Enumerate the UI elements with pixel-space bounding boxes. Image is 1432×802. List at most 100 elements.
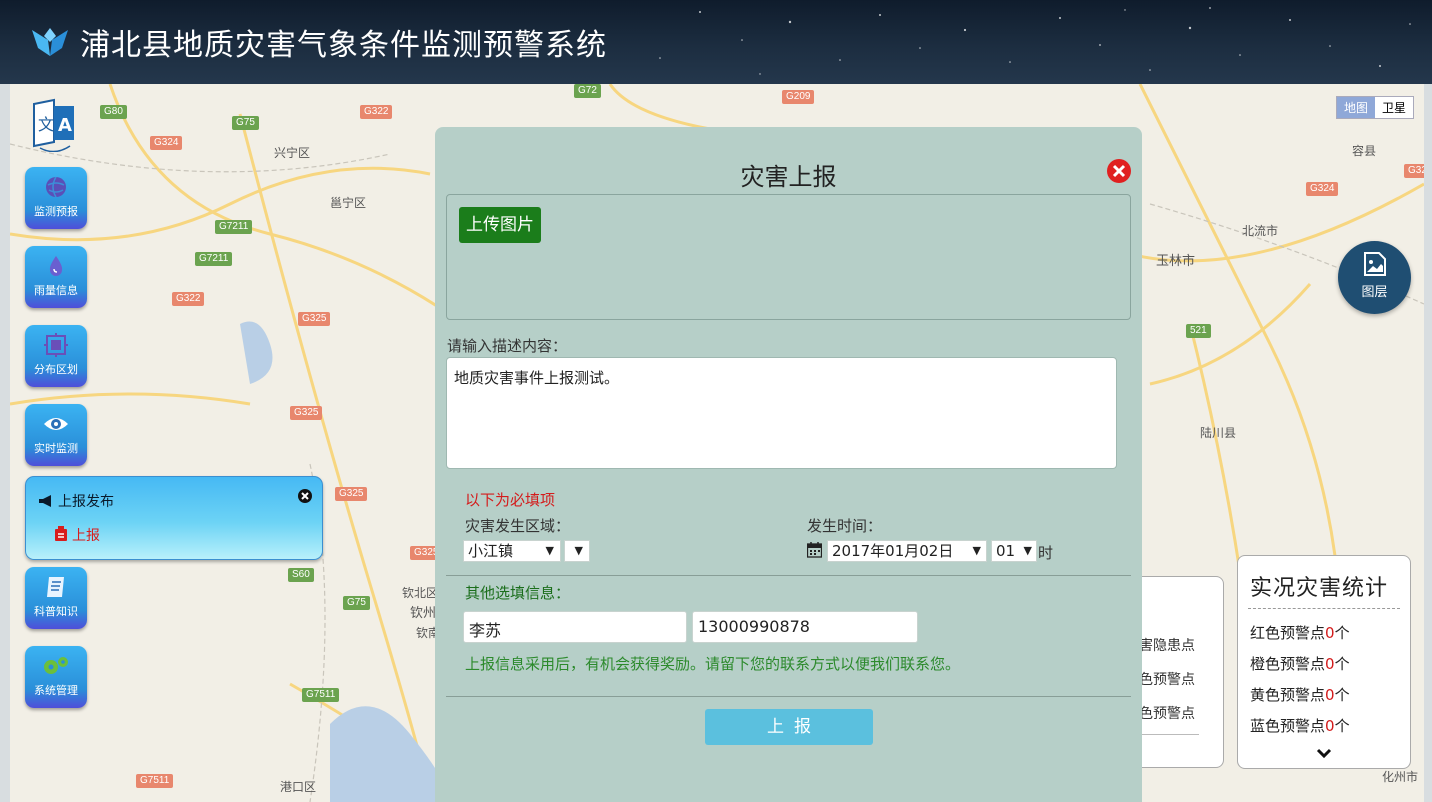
road-shield: G75	[343, 596, 370, 610]
optional-section-label: 其他选填信息：	[465, 584, 571, 602]
road-shield: G80	[100, 105, 127, 119]
road-shield: G7511	[136, 774, 174, 788]
road-shield: G325	[290, 406, 323, 420]
reward-notice: 上报信息采用后，有机会获得奖励。请留下您的联系方式以便我们联系您。	[465, 655, 961, 673]
map-place-label: 容县	[1352, 144, 1377, 158]
modal-title: 灾害上报	[740, 163, 837, 191]
toolbar-science-button[interactable]: 科普知识	[25, 567, 87, 629]
globe-icon	[46, 176, 66, 198]
road-shield: G324	[150, 136, 183, 150]
road-shield: G209	[782, 90, 815, 104]
toolbar-realtime-button[interactable]: 实时监测	[25, 404, 87, 466]
calendar-icon	[807, 542, 822, 558]
toolbar-label: 实时监测	[34, 442, 78, 455]
map-place-label: 化州市	[1382, 770, 1419, 784]
road-shield: G32	[1404, 164, 1424, 178]
road-shield: S60	[288, 568, 314, 582]
map-place-label: 玉林市	[1156, 254, 1196, 269]
report-panel: 上报发布 上报	[25, 476, 323, 560]
road-shield: 521	[1186, 324, 1211, 338]
dropdown-arrow-icon: ▼	[972, 544, 981, 557]
eye-icon	[44, 418, 68, 430]
area-label: 灾害发生区域：	[465, 517, 571, 535]
logo-icon	[32, 28, 68, 56]
stats-divider	[1248, 608, 1400, 609]
road-shield: G325	[298, 312, 331, 326]
book-icon	[47, 577, 64, 597]
map-place-label: 钦州	[410, 606, 437, 621]
app-title: 浦北县地质灾害气象条件监测预警系统	[80, 28, 607, 63]
map-place-label: 钦北区	[402, 586, 439, 600]
map-place-label: 港口区	[280, 780, 317, 794]
layer-button-label: 图层	[1361, 285, 1388, 300]
stats-row-yellow: 黄色预警点0个	[1250, 686, 1350, 704]
map-type-toggle: 地图 卫星	[1335, 96, 1414, 119]
description-textarea[interactable]: 地质灾害事件上报测试。	[446, 357, 1117, 469]
map-type-map-button[interactable]: 地图	[1336, 97, 1375, 118]
contact-name-input[interactable]: 李苏	[463, 611, 687, 643]
translate-icon[interactable]: 文 A	[30, 98, 80, 152]
toolbar-label: 分布区划	[34, 363, 78, 376]
road-shield: G325	[335, 487, 368, 501]
hour-select[interactable]: 01 ▼	[991, 540, 1037, 562]
dropdown-arrow-icon: ▼	[1023, 544, 1032, 557]
dropdown-arrow-icon: ▼	[574, 544, 583, 557]
water-drop-icon	[49, 256, 63, 276]
upload-image-button[interactable]: 上传图片	[459, 207, 541, 243]
modal-close-icon[interactable]	[1106, 158, 1132, 184]
report-panel-close-icon[interactable]	[298, 489, 312, 503]
megaphone-icon	[39, 495, 51, 507]
submit-report-button[interactable]: 上报	[705, 709, 873, 745]
toolbar-label: 监测预报	[34, 205, 78, 218]
hour-unit-label: 时	[1038, 544, 1054, 562]
section-divider	[446, 575, 1131, 576]
region-icon	[44, 333, 68, 357]
map-place-label: 北流市	[1242, 224, 1279, 238]
toolbar-label: 雨量信息	[34, 284, 78, 297]
toolbar-monitor-forecast-button[interactable]: 监测预报	[25, 167, 87, 229]
legend-panel: 灾害隐患点 橙色预警点 蓝色预警点	[1128, 576, 1224, 768]
toolbar-label: 科普知识	[34, 605, 78, 618]
map-type-satellite-button[interactable]: 卫星	[1375, 97, 1413, 118]
toolbar-zoning-button[interactable]: 分布区划	[25, 325, 87, 387]
date-select[interactable]: 2017年01月02日 ▼	[827, 540, 987, 562]
road-shield: G7511	[302, 688, 340, 702]
road-shield: G322	[172, 292, 205, 306]
road-shield: G7211	[195, 252, 233, 266]
map-place-label: 邕宁区	[330, 196, 367, 210]
road-shield: G75	[232, 116, 259, 130]
area-select[interactable]: 小江镇 ▼	[463, 540, 561, 562]
image-layer-icon	[1364, 252, 1386, 276]
toolbar-rainfall-button[interactable]: 雨量信息	[25, 246, 87, 308]
toolbar-system-button[interactable]: 系统管理	[25, 646, 87, 708]
contact-phone-input[interactable]: 13000990878	[692, 611, 918, 643]
image-upload-area: 上传图片	[446, 194, 1131, 320]
map-place-label: 陆川县	[1200, 426, 1237, 440]
layer-button[interactable]: 图层	[1338, 241, 1411, 314]
stats-title: 实况灾害统计	[1250, 576, 1389, 601]
document-icon	[55, 526, 67, 541]
area-sub-select[interactable]: ▼	[564, 540, 590, 562]
stats-row-red: 红色预警点0个	[1250, 624, 1350, 642]
stats-row-orange: 橙色预警点0个	[1250, 655, 1350, 673]
legend-divider	[1139, 734, 1199, 735]
road-shield: G322	[360, 105, 393, 119]
toolbar-label: 系统管理	[34, 684, 78, 697]
section-divider	[446, 696, 1131, 697]
dropdown-arrow-icon: ▼	[545, 544, 554, 557]
app-header: 浦北县地质灾害气象条件监测预警系统	[0, 0, 1432, 84]
map-place-label: 兴宁区	[274, 146, 311, 160]
report-item-link[interactable]: 上报	[54, 525, 100, 545]
chevron-down-icon[interactable]	[1316, 748, 1332, 760]
svg-text:文: 文	[38, 115, 54, 134]
time-label: 发生时间：	[807, 517, 883, 535]
road-shield: G324	[1306, 182, 1339, 196]
report-panel-title: 上报发布	[38, 491, 114, 511]
disaster-stats-panel: 实况灾害统计 红色预警点0个 橙色预警点0个 黄色预警点0个 蓝色预警点0个	[1237, 555, 1411, 769]
stats-row-blue: 蓝色预警点0个	[1250, 717, 1350, 735]
svg-text:A: A	[58, 115, 72, 136]
description-label: 请输入描述内容：	[447, 337, 568, 355]
gears-icon	[44, 657, 68, 674]
disaster-report-modal: 灾害上报 上传图片 请输入描述内容： 地质灾害事件上报测试。 以下为必填项 灾害…	[435, 127, 1142, 802]
road-shield: G72	[574, 84, 601, 98]
